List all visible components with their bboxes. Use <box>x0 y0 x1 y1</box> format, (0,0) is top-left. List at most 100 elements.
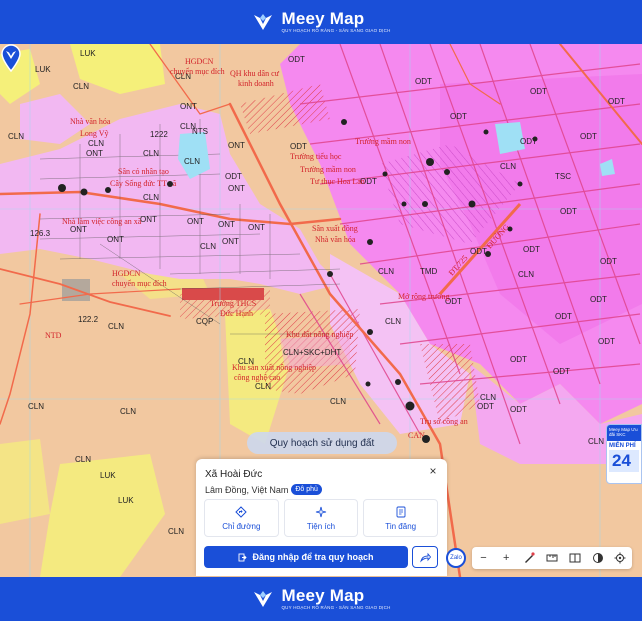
login-icon <box>239 553 248 561</box>
map-label: ONT <box>218 220 235 229</box>
directions-button[interactable]: Chỉ đường <box>204 499 279 537</box>
draw-icon[interactable] <box>522 551 536 565</box>
map-label: LUK <box>35 65 51 74</box>
map-label: CLN <box>8 132 24 141</box>
map-label-red: Mở rộng trường <box>398 292 449 301</box>
map-label: TMD <box>420 267 438 276</box>
map-label-red: Tư thục Hoa Lan <box>310 177 365 186</box>
brand-logo-group-bottom: Meey Map QUY HOẠCH RÕ RÀNG - SĂN SANG GI… <box>251 587 390 611</box>
map-label-red: Sân xuất đồng <box>312 224 358 233</box>
map-label: 1222 <box>150 130 168 139</box>
map-toolbar: − + <box>472 547 632 569</box>
map-label: ODT <box>477 402 494 411</box>
map-label: CLN <box>330 397 346 406</box>
map-label: CLN <box>28 402 44 411</box>
map-label: LUK <box>100 471 116 480</box>
listings-button[interactable]: Tin đăng <box>363 499 439 537</box>
map-label: ONT <box>228 141 245 150</box>
directions-icon <box>235 505 248 518</box>
measure-icon[interactable] <box>545 551 559 565</box>
map-label-red: QH khu dân cư <box>230 69 280 78</box>
map-label: TSC <box>555 172 571 181</box>
map-label: ONT <box>222 237 239 246</box>
meey-map-logo-icon <box>254 591 273 607</box>
location-title: Xã Hoài Đức <box>205 469 263 480</box>
map-label: ODT <box>555 312 572 321</box>
map-label: ONT <box>140 215 157 224</box>
utilities-label: Tiện ích <box>306 521 336 531</box>
login-label: Đăng nhập để tra quy hoạch <box>252 552 374 562</box>
zoom-out-icon[interactable]: − <box>476 551 490 565</box>
map-label-red: HGDCN <box>112 269 141 278</box>
map-label: CLN <box>385 317 401 326</box>
login-row: Đăng nhập để tra quy hoạch <box>204 546 438 568</box>
map-label: ODT <box>598 337 615 346</box>
bottom-banner: Meey Map QUY HOẠCH RÕ RÀNG - SĂN SANG GI… <box>0 577 642 621</box>
map-label-red: Trường THCS <box>210 299 256 308</box>
map-label: ODT <box>590 295 607 304</box>
promo-widget[interactable]: Meey Map Ưu đãi SKC MIỄN PHÍ 24 <box>606 424 642 484</box>
promo-label: MIỄN PHÍ <box>609 443 636 449</box>
map-label-red: Trường tiểu học <box>290 152 342 161</box>
map-label: ODT <box>290 142 307 151</box>
map-label: ODT <box>225 172 242 181</box>
map-label: CLN+SKC+DHT <box>283 348 341 357</box>
map-label: CLN <box>200 242 216 251</box>
brand-name: Meey Map <box>281 9 365 29</box>
status-badge[interactable]: Đô phủ <box>291 484 322 495</box>
map-label: ODT <box>560 207 577 216</box>
listings-label: Tin đăng <box>385 521 417 531</box>
map-label: ODT <box>415 77 432 86</box>
map-label: ODT <box>580 132 597 141</box>
map-label: CLN <box>184 157 200 166</box>
map-label-red: Khu sản xuất nông nghiệp <box>232 363 316 372</box>
map-label: ODT <box>608 97 625 106</box>
map-label: 126.3 <box>30 229 51 238</box>
map-label: CLN <box>143 193 159 202</box>
brand-logo-group: Meey Map QUY HOẠCH RÕ RÀNG - SĂN SANG GI… <box>251 10 390 34</box>
map-label-red: kinh doanh <box>238 79 274 88</box>
close-icon[interactable]: × <box>427 465 439 477</box>
location-info-card: Xã Hoài Đức × Lâm Đồng, Việt Nam Đô phủ … <box>196 459 447 576</box>
map-label-red: Nhà văn hóa <box>315 235 356 244</box>
zalo-chat-button[interactable]: Zalo <box>446 548 466 568</box>
map-label: CLN <box>88 139 104 148</box>
map-label: NTS <box>192 127 208 136</box>
map-label-red: Khu đất nông nghiệp <box>286 330 353 339</box>
share-button[interactable] <box>412 546 438 568</box>
map-label: ODT <box>510 405 527 414</box>
utilities-icon <box>315 506 327 517</box>
my-location-icon[interactable] <box>613 551 627 565</box>
login-to-view-plan-button[interactable]: Đăng nhập để tra quy hoạch <box>204 546 408 568</box>
location-subtitle: Lâm Đồng, Việt Nam <box>205 484 289 495</box>
map-label: ODT <box>553 367 570 376</box>
map-label: CLN <box>143 149 159 158</box>
location-subtitle-row: Lâm Đồng, Việt Nam Đô phủ <box>205 484 322 495</box>
map-label: LUK <box>118 496 134 505</box>
zoom-in-icon[interactable]: + <box>499 551 513 565</box>
map-label: ODT <box>600 257 617 266</box>
map-label: CLN <box>588 437 604 446</box>
layers-icon[interactable] <box>591 551 605 565</box>
location-pin-icon[interactable] <box>0 44 22 72</box>
map-label: LUK <box>80 49 96 58</box>
map-label-red: Long Vỹ <box>80 129 109 138</box>
map-label-red: Nhà làm việc công an xã <box>62 217 142 226</box>
map-label-red: Sân cỏ nhân tạo <box>118 167 169 176</box>
brand-tagline: QUY HOẠCH RÕ RÀNG - SĂN SANG GIAO DỊCH <box>281 28 391 34</box>
card-actions: Chỉ đường Tiện ích Tin đăng <box>204 499 439 537</box>
split-view-icon[interactable] <box>568 551 582 565</box>
map-label: ONT <box>86 149 103 158</box>
share-icon <box>419 552 431 562</box>
map-label: 122.2 <box>78 315 99 324</box>
utilities-button[interactable]: Tiện ích <box>283 499 359 537</box>
brand-tagline: QUY HOẠCH RÕ RÀNG - SĂN SANG GIAO DỊCH <box>281 605 391 611</box>
map-label: ODT <box>523 245 540 254</box>
map-label-red: công nghệ cao <box>234 373 280 382</box>
map-label-red: chuyển mục đích <box>112 279 167 288</box>
land-use-planning-button[interactable]: Quy hoạch sử dụng đất <box>247 432 397 454</box>
map-label: CLN <box>168 527 184 536</box>
promo-number: 24 <box>609 450 639 472</box>
map-label: CLN <box>120 407 136 416</box>
map-label: CLN <box>500 162 516 171</box>
